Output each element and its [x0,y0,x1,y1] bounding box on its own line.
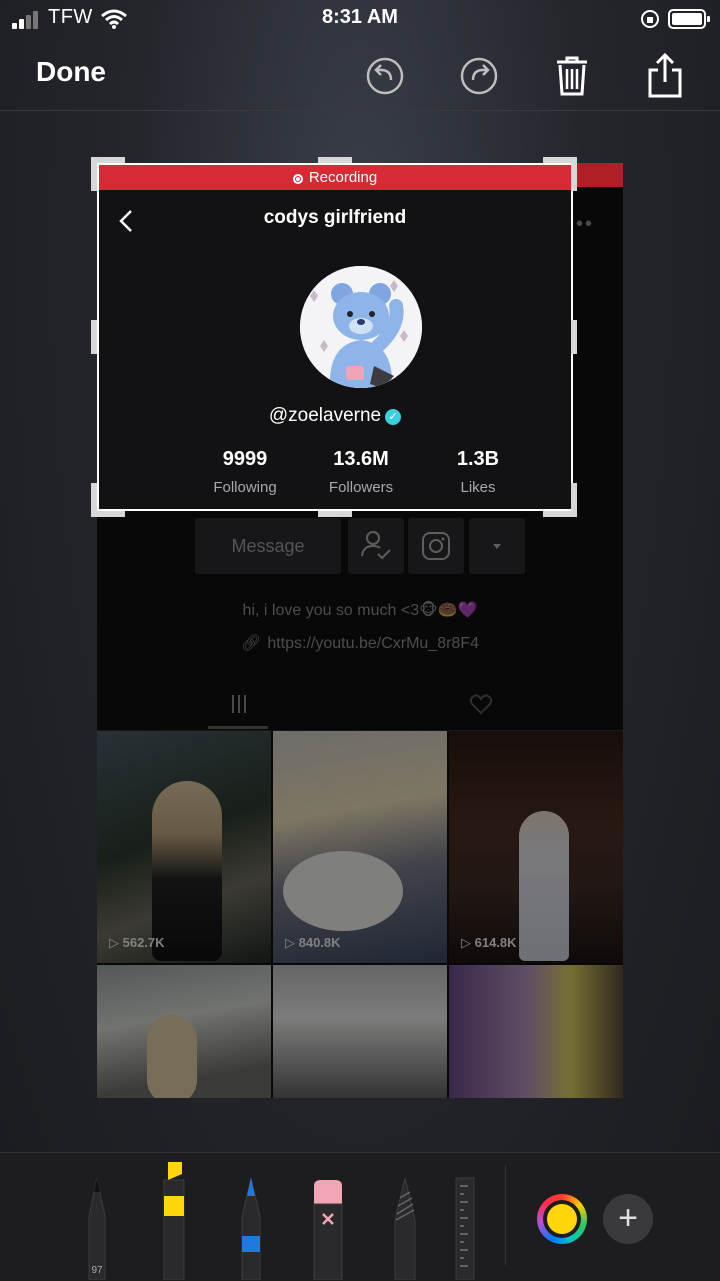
palette-divider [505,1165,506,1265]
page-title: codys girlfriend [263,207,407,228]
stat-followers[interactable]: 13.6M Followers [301,448,421,496]
crop-handle-left[interactable] [91,320,97,354]
plus-icon: + [618,1199,638,1237]
redo-icon[interactable] [455,52,503,100]
trash-icon[interactable] [548,52,596,100]
care-bear-avatar-image [300,266,422,388]
likes-count: 1.3B [456,448,500,470]
dropdown-button[interactable] [469,518,525,574]
crop-region[interactable]: Recording codys girlfriend @zoelaverne ✓ … [97,163,573,511]
done-button[interactable]: Done [36,56,106,88]
instagram-button[interactable] [408,518,464,574]
tab-liked-heart-icon[interactable] [469,692,493,716]
profile-link-row[interactable]: 🔗︎ https://youtu.be/CxrMu_8r8F4 [97,633,623,653]
video-views: ▷ 840.8K [285,935,341,950]
video-tile[interactable]: ▷ 614.8K [449,731,623,963]
color-picker-button[interactable] [537,1194,587,1244]
following-label: Following [213,479,277,496]
markup-toolbar: Done [0,40,720,111]
share-icon[interactable] [641,52,689,100]
crop-handle-top[interactable] [318,157,352,163]
video-tile[interactable] [97,965,271,1098]
profile-tabs [97,686,623,731]
stat-likes[interactable]: 1.3B Likes [418,448,538,496]
video-tile[interactable] [449,965,623,1098]
color-picker-ring [543,1200,581,1238]
chevron-down-icon [493,544,501,549]
ruler-tool-icon[interactable] [452,1176,478,1280]
friends-icon [361,531,391,560]
eraser-tool-icon[interactable] [311,1176,345,1280]
selected-color-swatch [547,1204,577,1234]
stat-following[interactable]: 9999 Following [185,448,305,496]
battery-icon [668,9,710,29]
link-icon: 🔗︎ [241,635,262,652]
profile-link[interactable]: https://youtu.be/CxrMu_8r8F4 [267,635,479,652]
clock: 8:31 AM [322,6,398,28]
video-views: ▷ 614.8K [461,935,517,950]
active-tab-indicator [208,726,268,729]
crop-handle-bottom-right[interactable] [571,483,577,517]
friends-button[interactable] [348,518,404,574]
avatar[interactable] [300,266,422,388]
message-button[interactable]: Message [195,518,341,574]
likes-label: Likes [460,479,496,496]
video-views: ▷ 562.7K [109,935,165,950]
profile-bio: hi, i love you so much <3🐵🍩💜 [242,602,478,619]
video-thumbnail-figure [152,781,222,961]
username: @zoelaverne ✓ [99,405,571,427]
followers-count: 13.6M [333,448,389,470]
crop-handle-right[interactable] [571,320,577,354]
crop-handle-top-left[interactable] [91,157,97,191]
video-thumbnail-plate [283,851,403,931]
video-thumbnail-figure [147,1015,197,1098]
tab-videos-grid-icon[interactable] [227,692,251,716]
verified-icon: ✓ [385,409,402,425]
video-tile[interactable] [273,965,447,1098]
video-tile[interactable]: ▷ 562.7K [97,731,271,963]
lasso-tool-icon[interactable] [388,1176,422,1280]
orientation-lock-icon [641,10,659,28]
pencil-tool-icon[interactable] [234,1176,268,1280]
video-thumbnail-figure [519,811,569,961]
crop-handle-top-right[interactable] [571,157,577,191]
recording-banner: Recording [99,165,571,190]
followers-label: Followers [328,479,394,496]
crop-handle-bottom[interactable] [318,511,352,517]
pen-width-label: 97 [91,1265,103,1276]
video-tile[interactable]: ▷ 840.8K [273,731,447,963]
following-count: 9999 [222,448,268,470]
highlighter-tool-icon[interactable] [156,1160,192,1280]
instagram-icon [422,532,450,560]
undo-icon[interactable] [361,52,409,100]
status-bar: TFW 8:31 AM [0,0,720,40]
add-button[interactable]: + [603,1194,653,1244]
record-icon [292,174,303,184]
crop-handle-bottom-left[interactable] [91,483,97,517]
